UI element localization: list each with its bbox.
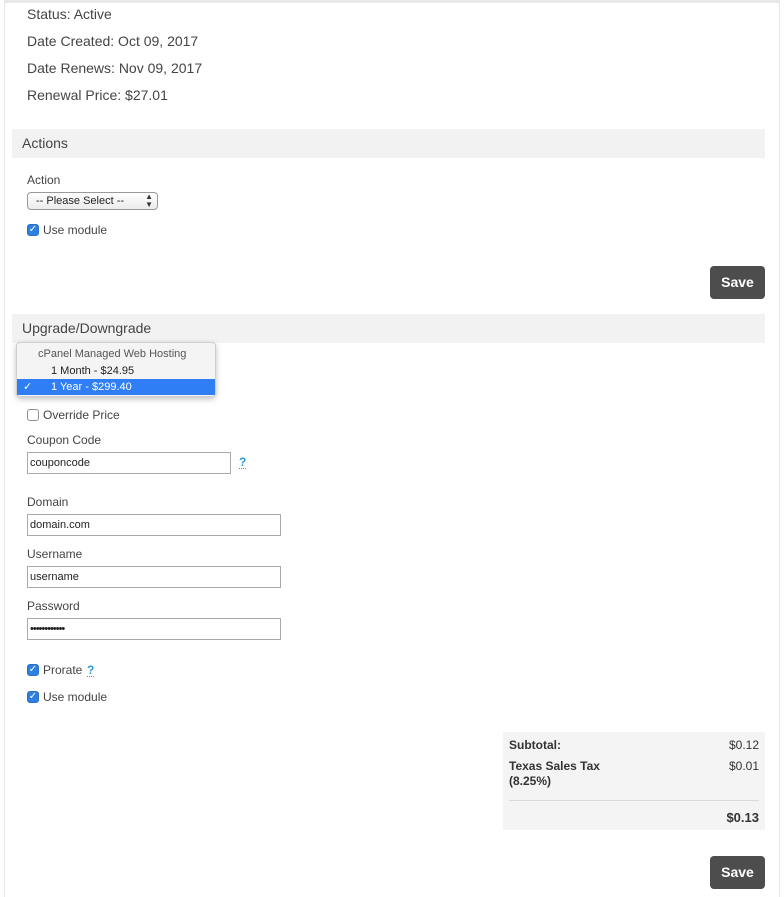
subtotal-row: Subtotal: $0.12: [509, 738, 759, 752]
order-totals-panel: Subtotal: $0.12 Texas Sales Tax (8.25%) $…: [503, 732, 765, 830]
prorate-checkbox[interactable]: ✓: [27, 664, 39, 676]
subtotal-label: Subtotal:: [509, 738, 561, 752]
package-option-1-year-label: 1 Year - $299.40: [51, 381, 132, 393]
username-label: Username: [27, 547, 83, 561]
action-label: Action: [27, 173, 61, 187]
date-created-text: Date Created: Oct 09, 2017: [27, 33, 199, 49]
actions-section-header: Actions: [12, 129, 765, 158]
override-price-checkbox[interactable]: [27, 409, 39, 421]
tax-row: Texas Sales Tax (8.25%) $0.01: [509, 759, 759, 789]
package-option-1-month[interactable]: 1 Month - $24.95: [17, 363, 215, 379]
override-price-row[interactable]: Override Price: [27, 408, 120, 422]
total-row: $0.13: [509, 810, 759, 825]
actions-use-module-checkbox[interactable]: ✓: [27, 224, 39, 236]
actions-save-button[interactable]: Save: [710, 266, 765, 299]
coupon-code-label: Coupon Code: [27, 433, 102, 447]
total-value: $0.13: [726, 810, 759, 825]
coupon-help-icon[interactable]: ?: [239, 456, 247, 469]
action-select-value: -- Please Select --: [36, 195, 125, 207]
actions-use-module-label: Use module: [43, 223, 108, 237]
password-input[interactable]: ••••••••••••: [27, 618, 281, 640]
package-group-label: cPanel Managed Web Hosting: [38, 348, 187, 360]
checkmark-icon: ✓: [23, 381, 33, 393]
prorate-help-icon[interactable]: ?: [87, 664, 95, 677]
checkmark-icon: ✓: [28, 664, 38, 675]
checkmark-icon: ✓: [28, 691, 38, 702]
subtotal-value: $0.12: [728, 738, 759, 752]
upgrade-save-button[interactable]: Save: [710, 856, 765, 889]
tax-label: Texas Sales Tax (8.25%): [509, 759, 600, 788]
prorate-label: Prorate: [43, 663, 83, 677]
actions-use-module-row[interactable]: ✓ Use module: [27, 223, 107, 237]
override-price-label: Override Price: [43, 408, 120, 422]
upgrade-use-module-label: Use module: [43, 690, 108, 704]
upgrade-section-header: Upgrade/Downgrade: [12, 314, 765, 343]
upgrade-use-module-row[interactable]: ✓ Use module: [27, 690, 107, 704]
action-select[interactable]: -- Please Select -- ▲ ▼: [27, 192, 158, 210]
select-arrows-icon: ▲ ▼: [145, 192, 153, 209]
username-input[interactable]: username: [27, 566, 281, 588]
prorate-row[interactable]: ✓ Prorate: [27, 663, 82, 677]
checkmark-icon: ✓: [28, 224, 38, 235]
renewal-price-text: Renewal Price: $27.01: [27, 87, 168, 103]
upgrade-use-module-checkbox[interactable]: ✓: [27, 691, 39, 703]
tax-value: $0.01: [728, 759, 759, 773]
date-renews-text: Date Renews: Nov 09, 2017: [27, 60, 203, 76]
package-option-1-year[interactable]: ✓ 1 Year - $299.40: [17, 379, 215, 395]
status-text: Status: Active: [27, 6, 112, 22]
package-dropdown-menu[interactable]: cPanel Managed Web Hosting 1 Month - $24…: [16, 342, 216, 397]
coupon-code-input[interactable]: couponcode: [27, 452, 231, 474]
domain-input[interactable]: domain.com: [27, 514, 281, 536]
totals-divider: [509, 800, 759, 801]
domain-label: Domain: [27, 495, 69, 509]
password-label: Password: [27, 599, 80, 613]
